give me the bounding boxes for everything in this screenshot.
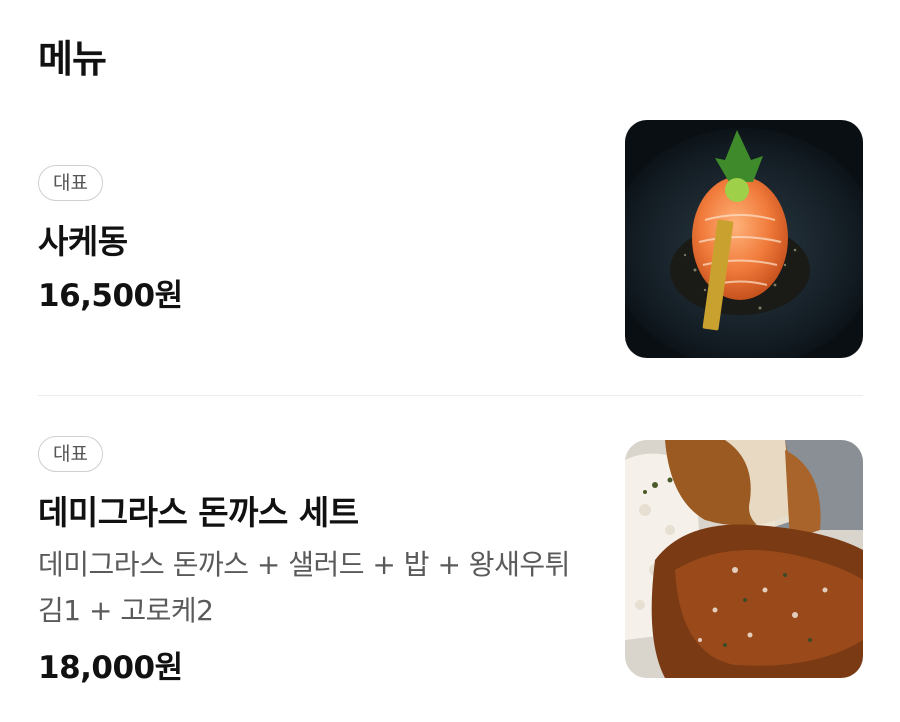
pork-cutlet-set-photo	[625, 440, 863, 678]
menu-item-description: 데미그라스 돈까스 + 샐러드 + 밥 + 왕새우튀김1 + 고로케2	[38, 548, 570, 627]
signature-badge: 대표	[38, 436, 103, 472]
menu-item-name: 사케동	[38, 222, 128, 261]
menu-item-photo[interactable]	[625, 440, 863, 678]
menu-item-price: 16,500원	[38, 278, 183, 314]
menu-item-price: 18,000원	[38, 650, 183, 686]
menu-item-sakedon[interactable]: 대표 사케동 16,500원	[0, 0, 900, 395]
salmon-rice-bowl-photo	[625, 120, 863, 358]
signature-badge: 대표	[38, 165, 103, 201]
menu-item-demiglace-cutlet-set[interactable]: 대표 데미그라스 돈까스 세트 데미그라스 돈까스 + 샐러드 + 밥 + 왕새…	[0, 396, 900, 722]
menu-item-name: 데미그라스 돈까스 세트	[38, 493, 359, 532]
menu-item-photo[interactable]	[625, 120, 863, 358]
